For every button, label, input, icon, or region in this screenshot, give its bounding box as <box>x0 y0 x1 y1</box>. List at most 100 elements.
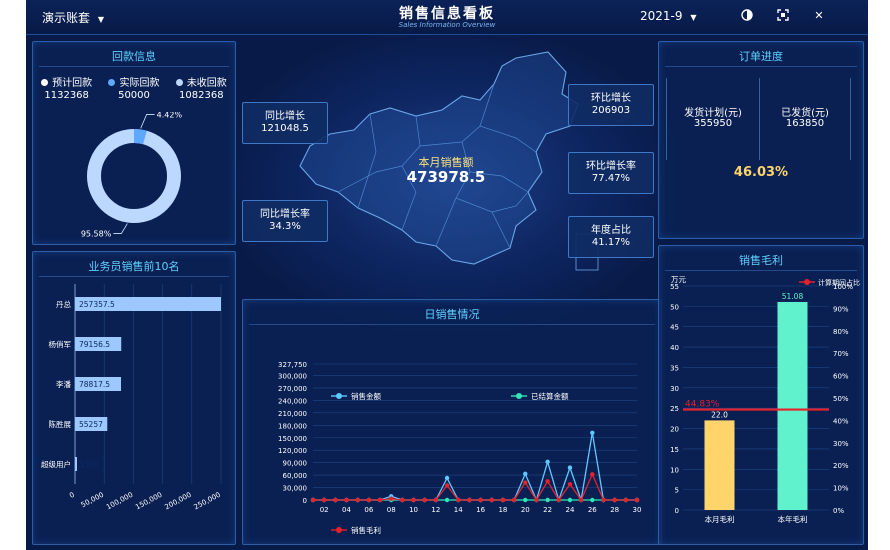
x-tick-label: 20 <box>521 506 530 514</box>
data-point <box>545 479 550 484</box>
x-tick-label: 100,000 <box>105 491 134 512</box>
x-tick-label: 0 <box>68 491 76 500</box>
fullscreen-icon[interactable] <box>776 9 790 23</box>
data-point <box>567 482 573 487</box>
data-point <box>456 497 461 503</box>
x-tick-label: 18 <box>498 506 507 514</box>
y-tick-label: 25 <box>670 405 679 413</box>
salesperson-panel-title: 业务员销售前10名 <box>88 260 180 273</box>
profit-bar-chart: 万元 计算期间占比5550454035302520151050100%90%80%… <box>670 275 860 524</box>
y-tick-label: 40 <box>670 344 679 352</box>
data-point <box>511 497 517 503</box>
y2-tick-label: 40% <box>833 417 849 425</box>
daily-sales-panel: 日销售情况 327,750 300,000 270,000 240,000 210,00… <box>242 299 662 545</box>
data-point <box>567 497 573 503</box>
data-point <box>545 459 550 465</box>
x-tick-label: 12 <box>431 506 440 514</box>
data-point <box>400 497 405 503</box>
x-tick-label: 250,000 <box>193 491 222 512</box>
x-tick-label: 150,000 <box>134 491 163 512</box>
data-point <box>444 475 450 481</box>
data-point <box>467 497 472 503</box>
data-point <box>422 497 427 503</box>
y-tick-label: 45 <box>670 324 679 332</box>
y2-tick-label: 90% <box>833 305 849 313</box>
payment-donut-chart: 4.42% 95.58% <box>81 112 183 239</box>
legend-value: 1132368 <box>44 90 89 101</box>
top-bar: 演示账套 ▼ 销售信息看板 Sales Information Overview… <box>26 0 868 35</box>
x-tick-label: 28 <box>610 506 619 514</box>
data-point <box>590 430 595 435</box>
data-point <box>590 497 595 503</box>
y-tick-label: 120,000 <box>278 447 307 455</box>
y2-tick-label: 10% <box>833 485 849 493</box>
salesperson-bar-chart: 0 50,000 100,000 150,000 200,000 250,000 丹总 257… <box>41 284 222 512</box>
donut-slice-unreceived <box>87 129 181 223</box>
divider <box>665 66 857 67</box>
bar-value-label: 22.0 <box>711 410 728 419</box>
x-tick-label: 22 <box>543 506 552 514</box>
data-point <box>366 497 372 503</box>
x-tick-label: 30 <box>633 506 642 514</box>
data-point <box>310 497 316 503</box>
legend-value: 1082368 <box>179 90 224 101</box>
shipped-label: 已发货(元) <box>781 108 829 119</box>
donut-label-unreceived: 95.58% <box>81 230 112 239</box>
data-point <box>545 497 550 503</box>
legend-dot <box>336 527 342 533</box>
bar <box>75 457 77 471</box>
legend-dot <box>516 393 522 399</box>
ratio-label: 44.83% <box>685 400 720 410</box>
category-label: 丹总 <box>56 299 71 309</box>
y-tick-label: 20 <box>670 426 679 434</box>
map-box-label: 年度占比 <box>591 225 631 236</box>
map-box-label: 同比增长 <box>265 111 305 122</box>
contrast-icon[interactable] <box>740 9 754 23</box>
legend-label: 销售金额 <box>351 391 381 401</box>
data-point <box>355 497 360 503</box>
category-label: 杨俏军 <box>49 339 72 349</box>
date-label: 2021-9 <box>640 9 683 23</box>
order-progress-value: 46.03% <box>733 165 789 180</box>
date-selector[interactable]: 2021-9 ▼ <box>640 9 697 23</box>
y-tick-label: 150,000 <box>278 435 307 443</box>
legend-dot <box>175 79 183 86</box>
y-tick-label: 270,000 <box>278 385 307 393</box>
y-tick-label: 5 <box>675 487 679 495</box>
data-point <box>523 471 528 477</box>
y-tick-label: 0 <box>303 497 307 505</box>
category-label: 本年毛利 <box>778 514 808 524</box>
y2-tick-label: 20% <box>833 462 849 470</box>
series-line <box>313 472 637 502</box>
x-tick-label: 200,000 <box>163 491 192 512</box>
x-tick-label: 10 <box>409 506 418 514</box>
map-box-yoy-rate: 同比增长率 34.3% <box>242 200 328 242</box>
order-panel-title: 订单进度 <box>739 50 783 63</box>
bar-value-label: 79156.5 <box>79 340 110 349</box>
daily-sales-line-chart: 327,750 300,000 270,000 240,000 210,000 180,0… <box>278 361 642 535</box>
y-tick-label: 180,000 <box>278 422 307 430</box>
data-point <box>634 497 640 503</box>
y-tick-label: 55 <box>670 283 679 291</box>
data-point <box>489 497 494 503</box>
x-tick-label: 16 <box>476 506 485 514</box>
data-point <box>612 497 617 503</box>
data-point <box>433 497 439 503</box>
map-box-value: 206903 <box>591 105 631 116</box>
map-box-label: 环比增长 <box>591 93 631 104</box>
y-tick-label: 50 <box>670 303 679 311</box>
legend-item-actual: 实际回款 50000 <box>108 74 159 101</box>
legend-label: 销售毛利 <box>351 525 381 535</box>
daily-sales-title: 日销售情况 <box>424 308 480 321</box>
legend-item-expected: 预计回款 1132368 <box>41 74 92 101</box>
donut-label-line <box>140 114 155 129</box>
data-point <box>411 497 416 503</box>
data-point <box>500 497 506 503</box>
close-icon[interactable]: ✕ <box>812 9 826 23</box>
legend-label: 未收回款 <box>186 78 227 89</box>
map-box-mom-growth: 环比增长 206903 <box>568 84 654 126</box>
data-point <box>377 497 383 503</box>
salesperson-panel: 业务员销售前10名 0 50,000 100,000 150,000 200,000 25… <box>32 251 236 545</box>
x-tick-label: 04 <box>342 506 351 514</box>
bar-value-label: 78817.5 <box>79 380 110 389</box>
